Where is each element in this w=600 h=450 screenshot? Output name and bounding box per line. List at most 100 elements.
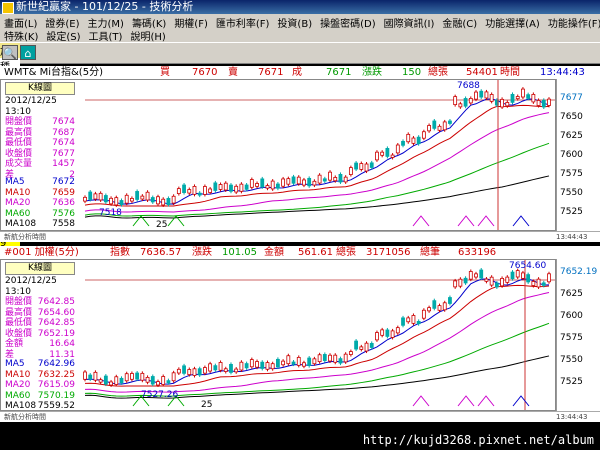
info-row: 金額 16.64 [5, 339, 75, 350]
candle [260, 361, 265, 369]
menu-item[interactable]: 期權(F) [174, 19, 208, 30]
candle [536, 278, 541, 288]
candle [484, 91, 489, 99]
candle [124, 194, 129, 204]
candle [213, 182, 218, 191]
status-time: 13:44:43 [556, 233, 588, 241]
candle [265, 362, 270, 370]
deal-label: 成 [292, 67, 302, 78]
candle [463, 98, 468, 107]
toolbar: 🔍 ⌂ 加種期價選國綜類幅智權委江9829核興指標精產精基技 [0, 42, 600, 406]
axis-tick: 7650 [560, 112, 583, 122]
candle [484, 278, 489, 282]
bottom-chart-panel[interactable]: K線圖 2012/12/25 13:10 開盤價 7642.85 最高價 7654.6… [0, 259, 556, 411]
candle [448, 297, 452, 304]
candle [479, 269, 484, 279]
candle [218, 362, 223, 371]
ma-key: MA10 [5, 187, 31, 198]
candle [302, 179, 306, 186]
candle [458, 278, 463, 287]
menu-item[interactable]: 操盤密碼(D) [320, 19, 376, 30]
candle [140, 195, 145, 200]
ma-line-3 [84, 322, 550, 397]
candle [453, 280, 458, 288]
candle [333, 354, 338, 363]
candle [150, 376, 155, 385]
info-value: 16.64 [49, 339, 75, 349]
candle [505, 102, 510, 107]
candle [385, 329, 390, 337]
footer-bar: http://kujd3268.pixnet.net/album [0, 430, 600, 450]
menu-item[interactable]: 功能選擇(A) [485, 19, 540, 30]
candle [369, 342, 374, 348]
info-row: 收盤價 7652.19 [5, 329, 75, 340]
menu-item[interactable]: 金融(C) [442, 19, 477, 30]
info-key: 開盤價 [5, 297, 33, 307]
candle [375, 151, 379, 161]
candle [119, 200, 124, 206]
candle [265, 185, 270, 189]
menu-row-2: 特殊(K) 設定(S) 工具(T) 說明(H) [4, 28, 174, 43]
candle [161, 198, 166, 206]
ma-key: MA5 [5, 359, 25, 369]
search-icon[interactable]: 🔍 [2, 45, 18, 60]
candle [500, 98, 504, 108]
top-chart-panel[interactable]: K線圖 2012/12/25 13:10 開盤價 7674 最高價 7687 最低價 76… [0, 79, 556, 231]
info-key: 最低價 [5, 318, 33, 328]
ma-value: 7615.09 [37, 380, 75, 390]
candle [291, 176, 296, 184]
info-date: 2012/12/25 13:10 [5, 276, 57, 297]
candle [547, 98, 551, 106]
candle [119, 377, 124, 384]
change-label: 漲跌 [192, 247, 212, 258]
title-bar: 新世紀贏家 - 101/12/25 - 技術分析 [0, 0, 600, 14]
info-value: 7642.85 [37, 318, 75, 328]
ma-value: 7558 [52, 219, 75, 229]
candle [421, 309, 426, 319]
bottom-status-bar: 新航分析時間 13:44:43 [0, 411, 600, 422]
info-key: 收盤價 [5, 328, 33, 339]
low-label: 7518 [99, 208, 122, 218]
ma-value: 7636 [52, 198, 75, 208]
menu-item[interactable]: 匯市利率(F) [216, 19, 270, 30]
home-icon[interactable]: ⌂ [20, 45, 36, 60]
candle [359, 346, 364, 350]
candle [166, 198, 171, 206]
candle [93, 371, 98, 381]
ma-row: MA5 7642.96 [5, 359, 75, 370]
axis-tick: 7575 [560, 169, 583, 179]
ma-row: MA20 7636 [5, 198, 75, 209]
candle [338, 358, 343, 364]
ma-legend: MA5 7672 MA10 7659 MA20 7636 MA60 7576 MA108 7558 [5, 177, 75, 230]
candle [354, 162, 359, 170]
candle [187, 369, 192, 376]
candle [103, 375, 108, 385]
info-key: 成交量 [5, 159, 33, 169]
candle [411, 315, 416, 324]
info-row: 開盤價 7674 [5, 117, 75, 128]
kline-title: K線圖 [5, 262, 75, 275]
candle [239, 361, 244, 371]
menu-item[interactable]: 功能操作(F) [548, 19, 600, 30]
candle [203, 186, 207, 195]
deal-value: 7671 [326, 67, 352, 78]
app-icon [2, 2, 14, 14]
candle [109, 197, 113, 205]
candle [541, 99, 546, 108]
candle [124, 373, 129, 382]
info-row: 成交量 1457 [5, 159, 75, 170]
candle [416, 136, 421, 145]
axis-tick: 7652.19 [560, 267, 598, 277]
candle [375, 332, 379, 341]
change-value: 101.05 [222, 247, 257, 258]
volume-value: 3171056 [366, 247, 411, 258]
menu-item[interactable]: 國際資訊(I) [384, 19, 435, 30]
candle [130, 198, 134, 202]
ma-value: 7559.52 [37, 401, 75, 411]
candle [479, 90, 484, 98]
candle [176, 368, 181, 374]
candle [98, 192, 103, 201]
menu-item[interactable]: 投資(B) [277, 19, 312, 30]
candle [161, 376, 166, 385]
signal-marker [457, 215, 475, 227]
